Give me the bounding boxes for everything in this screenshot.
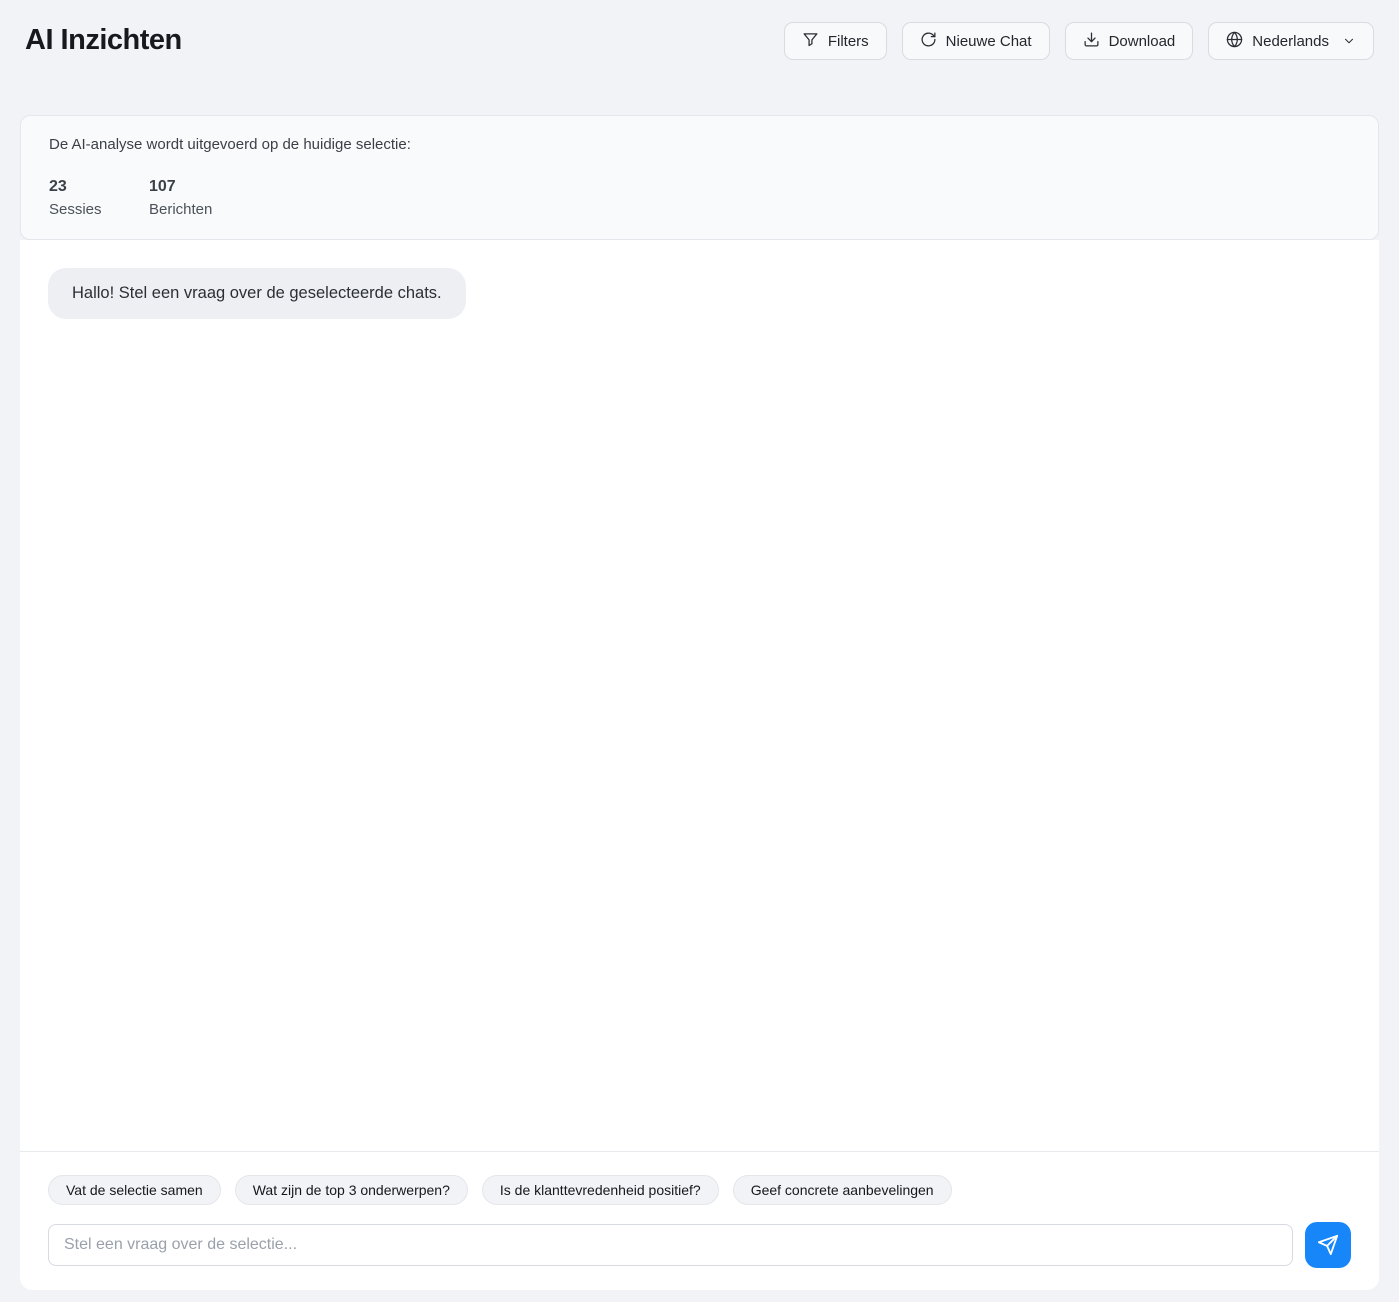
refresh-icon	[920, 31, 937, 52]
stat-messages-label: Berichten	[149, 201, 249, 218]
language-selector[interactable]: Nederlands	[1208, 22, 1374, 60]
filters-button-label: Filters	[828, 33, 869, 50]
toolbar: Filters Nieuwe Chat Download Nederlands	[784, 22, 1374, 60]
send-button[interactable]	[1305, 1222, 1351, 1268]
suggestion-chips: Vat de selectie samen Wat zijn de top 3 …	[48, 1175, 1351, 1205]
send-icon	[1317, 1234, 1339, 1256]
question-input[interactable]	[48, 1224, 1293, 1266]
selection-info-card: De AI-analyse wordt uitgevoerd op de hui…	[20, 115, 1379, 240]
funnel-icon	[802, 31, 819, 52]
suggestion-chip-recommendations[interactable]: Geef concrete aanbevelingen	[733, 1175, 952, 1205]
download-button-label: Download	[1109, 33, 1176, 50]
new-chat-button[interactable]: Nieuwe Chat	[902, 22, 1050, 60]
language-selector-label: Nederlands	[1252, 33, 1329, 50]
composer-area: Vat de selectie samen Wat zijn de top 3 …	[20, 1151, 1379, 1290]
chat-panel: Hallo! Stel een vraag over de geselectee…	[20, 240, 1379, 1290]
composer-input-row	[48, 1222, 1351, 1268]
stat-sessions: 23 Sessies	[49, 178, 149, 218]
globe-icon	[1226, 31, 1243, 52]
suggestion-chip-top-topics[interactable]: Wat zijn de top 3 onderwerpen?	[235, 1175, 468, 1205]
page-title: AI Inzichten	[25, 22, 182, 57]
suggestion-chip-satisfaction[interactable]: Is de klanttevredenheid positief?	[482, 1175, 719, 1205]
stat-messages-value: 107	[149, 178, 249, 196]
download-button[interactable]: Download	[1065, 22, 1194, 60]
chevron-down-icon	[1342, 34, 1356, 48]
selection-info-description: De AI-analyse wordt uitgevoerd op de hui…	[49, 136, 1350, 153]
chat-message-list: Hallo! Stel een vraag over de geselectee…	[20, 240, 1379, 1151]
assistant-message-bubble: Hallo! Stel een vraag over de geselectee…	[48, 268, 466, 319]
download-icon	[1083, 31, 1100, 52]
stat-sessions-value: 23	[49, 178, 149, 196]
stat-sessions-label: Sessies	[49, 201, 149, 218]
suggestion-chip-summarize[interactable]: Vat de selectie samen	[48, 1175, 221, 1205]
selection-stats: 23 Sessies 107 Berichten	[49, 178, 1350, 218]
header: AI Inzichten Filters Nieuwe Chat Downloa…	[0, 0, 1399, 115]
filters-button[interactable]: Filters	[784, 22, 887, 60]
stat-messages: 107 Berichten	[149, 178, 249, 218]
new-chat-button-label: Nieuwe Chat	[946, 33, 1032, 50]
